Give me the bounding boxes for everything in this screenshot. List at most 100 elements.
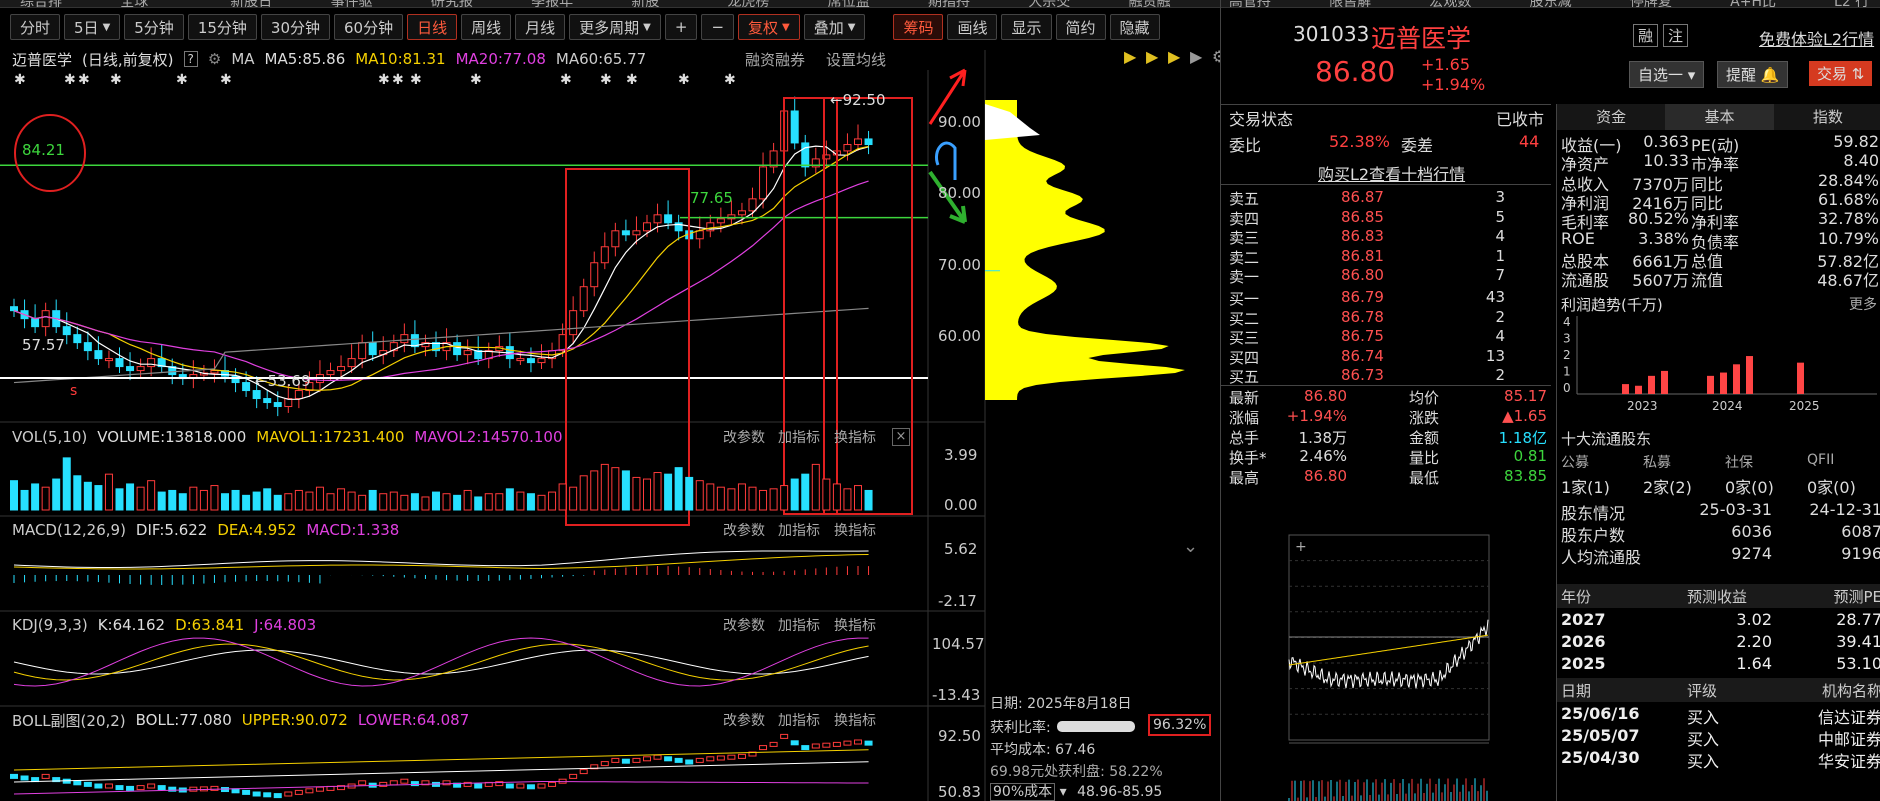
kdj-add-button[interactable]: 加指标 [778,615,820,635]
stat-value: +1.94% [1286,407,1347,425]
boll-candle [73,780,82,786]
chip-tool-icon[interactable]: ▶ [1168,47,1181,66]
l2-orderbook-link[interactable]: 购买L2查看十档行情 [1318,161,1465,185]
profit-trend-more[interactable]: 更多 [1849,294,1877,314]
stat-label: 总手 [1229,429,1260,447]
l2-trial-link[interactable]: 免费体验L2行情 [1759,26,1874,50]
volume-bar [389,491,398,511]
volume-bar [548,491,557,511]
fund-tab[interactable]: 基本 [1665,104,1774,130]
fund-value: 10.33 [1643,151,1689,171]
volume-bar [843,488,852,511]
macd-dif: DIF:5.622 [135,521,208,539]
boll-candle [548,781,557,787]
event-mark: ✱ [176,72,188,88]
holders-tab[interactable]: 私募 [1643,452,1671,472]
double-chevron-down-icon[interactable]: ⌄ [1183,536,1198,557]
vol-param-button[interactable]: 改参数 [723,427,765,447]
profit-trend-title: 利润趋势(千万) [1561,296,1663,314]
chip-tool-icon[interactable]: ▶ [1190,47,1203,66]
macd-add-button[interactable]: 加指标 [778,520,820,540]
boll-add-button[interactable]: 加指标 [778,710,820,730]
boll-candle [242,789,251,795]
boll-change-button[interactable]: 换指标 [834,710,876,730]
price-axis-label: 80.00 [938,184,981,202]
trend-bar [1648,375,1655,394]
boll-candle [400,778,409,784]
volume-bar [263,488,272,511]
boll-candle [83,781,92,787]
fund-tab[interactable]: 指数 [1774,104,1880,130]
boll-candle [822,742,831,748]
stat-value: 86.80 [1304,387,1347,405]
chip-date-label: 日期: [990,696,1023,712]
holders-tab[interactable]: QFII [1807,452,1834,468]
plus-icon[interactable]: + [1295,539,1307,555]
price-change-pct: +1.94% [1421,75,1486,94]
volume-bar [442,493,451,511]
candle-body [759,166,768,200]
holders-tab[interactable]: 社保 [1725,452,1753,472]
boll-value: BOLL:77.080 [135,711,232,729]
macd-change-button[interactable]: 换指标 [834,520,876,540]
kdj-j: J:64.803 [254,616,317,634]
macd-header: MACD(12,26,9) DIF:5.622 DEA:4.952 MACD:1… [12,519,409,541]
volume-bar [474,496,483,511]
kdj-param-button[interactable]: 改参数 [723,615,765,635]
candle-body [463,350,472,356]
volume-bar [252,491,261,511]
close-icon[interactable]: × [892,428,910,446]
margin-badge[interactable]: 融 [1633,24,1659,47]
event-mark: ✱ [78,72,90,88]
volume-bar [83,481,92,511]
note-badge[interactable]: 注 [1663,24,1689,47]
chip-cost-select[interactable]: 90%成本 [990,783,1056,801]
kdj-axis-top: 104.57 [932,635,985,653]
orderbook-price: 86.83 [1341,227,1384,245]
trade-button[interactable]: 交易 ⇅ [1809,61,1873,86]
volume-bar [242,494,251,511]
chip-tool-icon[interactable]: ▶ [1146,47,1159,66]
annotation-84-21: 84.21 [22,141,65,159]
chip-tool-icon[interactable]: ▶ [1124,47,1137,66]
watchlist-button[interactable]: 自选一 ▾ [1629,61,1705,88]
macd-axis-bottom: -2.17 [938,592,977,610]
vol-change-button[interactable]: 换指标 [834,427,876,447]
forecast-header: 预测PE [1833,588,1880,606]
stat-value: 0.81 [1513,447,1547,465]
boll-param-button[interactable]: 改参数 [723,710,765,730]
candle-body [294,390,303,400]
holders-value: 6087 [1841,522,1880,541]
chip-cost-text: 69.98元处获利盘: [990,764,1105,780]
trade-label: 交易 [1817,65,1848,83]
bell-icon: 🔔 [1760,66,1780,84]
vol-add-button[interactable]: 加指标 [778,427,820,447]
fund-tab[interactable]: 资金 [1557,104,1665,130]
kdj-change-button[interactable]: 换指标 [834,615,876,635]
volume-bar [611,467,620,511]
boll-candle [284,791,293,797]
orderbook-volume: 43 [1485,288,1505,306]
boll-label: BOLL副图(20,2) [12,711,126,730]
candle-body [716,218,725,224]
annotation-57-57: 57.57 [22,336,65,354]
volume-bar [189,486,198,511]
chip-tool-icon[interactable]: ⚙ [1212,47,1220,66]
boll-candle [579,769,588,775]
weicha-value: 44 [1519,132,1540,151]
candle-body [695,230,704,240]
alert-button[interactable]: 提醒 🔔 [1717,61,1789,88]
candle-body [516,358,525,362]
volume-bar [737,483,746,511]
volume-bar [62,457,71,511]
stat-value: ▲1.65 [1502,407,1547,425]
volume-bar [136,486,145,511]
volume-bar [432,491,440,511]
fund-value: 8.40 [1843,151,1879,171]
trend-bar [1707,375,1714,394]
macd-param-button[interactable]: 改参数 [723,520,765,540]
holders-tab[interactable]: 公募 [1561,452,1589,472]
volume-bar [695,480,704,511]
volume-bar [621,470,630,511]
candle-body [569,310,578,336]
